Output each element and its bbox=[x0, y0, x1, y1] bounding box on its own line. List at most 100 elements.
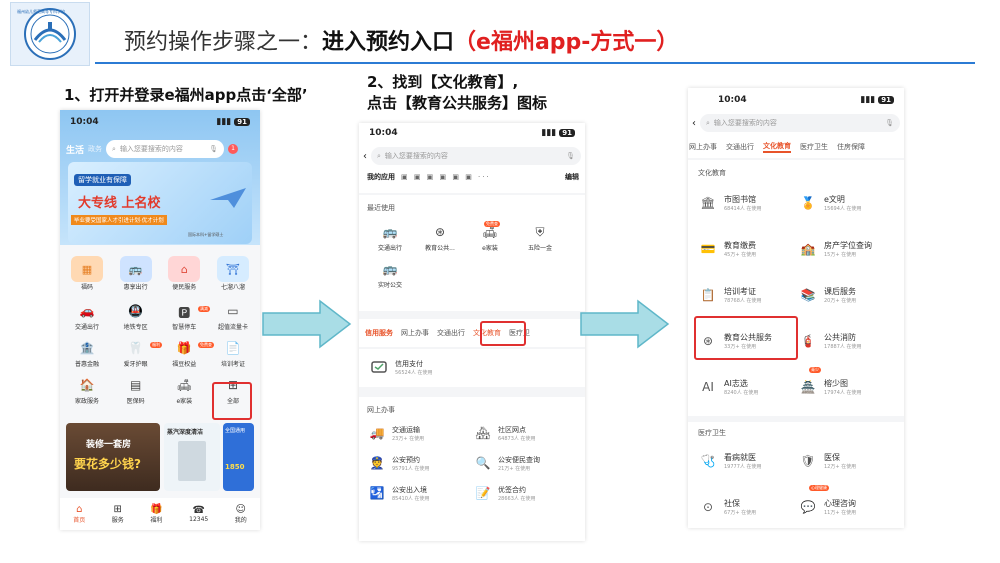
category-tab[interactable]: 文化教育 bbox=[763, 141, 791, 153]
grid-item[interactable]: 🏠 家政服务 bbox=[66, 378, 108, 405]
home-search-input[interactable]: ⌕ 输入您要搜索的内容 🎙 bbox=[106, 140, 225, 158]
category-tab[interactable]: 信用服务 bbox=[365, 328, 393, 338]
grid-item[interactable]: 📄 培训考证 bbox=[212, 341, 254, 368]
promo-national[interactable]: 全国通用 1850 bbox=[223, 423, 254, 491]
bottom-nav-item[interactable]: 🎁 福利 bbox=[150, 504, 162, 524]
culture-item[interactable]: 🏅 e文明 15694人 在使用 bbox=[798, 190, 898, 216]
recent-item[interactable]: 🚌 交通出行 bbox=[365, 225, 415, 252]
culture-item[interactable]: 🏫 房产学位查询 15万+ 在使用 bbox=[798, 236, 898, 262]
top-item-fuma[interactable]: ▦ 福码 bbox=[66, 256, 108, 291]
online-item[interactable]: 👮 公安预约 95791人 在使用 bbox=[367, 453, 473, 473]
category-tab[interactable]: 网上办事 bbox=[401, 328, 429, 338]
tab-life[interactable]: 生活 bbox=[66, 143, 84, 156]
certificate-icon: 📄 bbox=[225, 341, 241, 355]
status-bar: 10:04 ▮▮▮ 91 bbox=[359, 127, 585, 139]
bottom-nav-item[interactable]: ☎ 12345 bbox=[189, 505, 208, 523]
category-tab[interactable]: 交通出行 bbox=[726, 142, 754, 152]
community-icon: 🏘 bbox=[475, 426, 491, 440]
online-item[interactable]: 🚚 交通运输 23万+ 在使用 bbox=[367, 423, 473, 443]
online-item[interactable]: 📝 优签合约 28663人 在使用 bbox=[473, 483, 579, 503]
culture-item-name: AI志选 bbox=[724, 379, 748, 388]
online-item[interactable]: 🔍 公安便民查询 21万+ 在使用 bbox=[473, 453, 579, 473]
doctor-icon: 🩺 bbox=[700, 454, 716, 468]
online-item-count: 85410人 在使用 bbox=[392, 495, 430, 502]
medical-item-name: 医保 bbox=[824, 453, 840, 462]
culture-item[interactable]: AI AI志选 8240人 在使用 bbox=[698, 374, 798, 400]
culture-item-count: 45万+ 在使用 bbox=[724, 252, 757, 258]
grid-item[interactable]: 🚇 地铁专区 bbox=[115, 304, 157, 331]
highlight-culture-tab bbox=[480, 321, 526, 346]
culture-item[interactable]: 📚 课后服务 20万+ 在使用 bbox=[798, 282, 898, 308]
tab-affairs[interactable]: 政务 bbox=[88, 144, 102, 154]
home-banner[interactable]: 留学就业有保障 大专线 上名校 毕业要受国家人才引进计划·优才计划 国际本科+留… bbox=[68, 162, 252, 244]
promo-cleaning[interactable]: 蒸汽深度清洁 bbox=[164, 423, 220, 491]
category-tab[interactable]: 网上办事 bbox=[689, 142, 717, 152]
bottom-nav: ⌂ 首页 ⊞ 服务 🎁 福利 ☎ 12345 ☺ 我的 bbox=[60, 498, 260, 530]
medical-item-name: 看病就医 bbox=[724, 453, 756, 462]
culture-item[interactable]: 🏛 市图书馆 68414人 在使用 bbox=[698, 190, 798, 216]
grid-item[interactable]: 🏦 普惠金融 bbox=[66, 341, 108, 368]
culture-item-text: 房产学位查询 15万+ 在使用 bbox=[824, 240, 872, 258]
grid-item[interactable]: ▤ 医保码 bbox=[115, 378, 157, 405]
status-time: 10:04 bbox=[70, 117, 99, 127]
p2-search-input[interactable]: ⌕ 输入您要搜索的内容 🎙 bbox=[371, 147, 581, 165]
category-tab[interactable]: 住房保障 bbox=[837, 142, 865, 152]
medical-label: 医疗卫生 bbox=[698, 429, 726, 437]
credit-item[interactable]: 信用支付 56524人 在使用 bbox=[369, 357, 433, 377]
title-divider bbox=[95, 62, 975, 64]
signal-icon: ▮▮▮ bbox=[541, 128, 557, 138]
online-item-text: 公安出入境 85410人 在使用 bbox=[392, 485, 430, 502]
grid-item[interactable]: ▭ 超值流量卡 bbox=[212, 304, 254, 331]
grid-item[interactable]: 🚗 交通出行 bbox=[66, 304, 108, 331]
online-item[interactable]: 🏘 社区网点 64873人 在使用 bbox=[473, 423, 579, 443]
online-item-name: 优签合约 bbox=[498, 485, 526, 494]
back-icon[interactable]: ‹ bbox=[692, 118, 696, 129]
profile-icon: ☺ bbox=[235, 504, 246, 515]
recent-item[interactable]: ⊛ 教育公共... bbox=[415, 225, 465, 252]
category-tab[interactable]: 交通出行 bbox=[437, 328, 465, 338]
recent-item[interactable]: 🚌 实时公交 bbox=[365, 262, 415, 289]
step2-line1: 2、找到【文化教育】, bbox=[367, 73, 519, 91]
top-item-label: 惠享出行 bbox=[123, 284, 148, 291]
promo-renovation[interactable]: 装修一套房 要花多少钱? bbox=[66, 423, 160, 491]
edit-button[interactable]: 编辑 bbox=[565, 172, 579, 182]
medical-item[interactable]: ⊙ 社保 67万+ 在使用 bbox=[698, 494, 798, 520]
culture-item[interactable]: 💳 教育缴费 45万+ 在使用 bbox=[698, 236, 798, 262]
bottom-nav-item[interactable]: ☺ 我的 bbox=[235, 504, 247, 524]
ai-icon: AI bbox=[702, 380, 714, 394]
badge-youth: 青少 bbox=[809, 367, 821, 373]
medical-item[interactable]: 🛡 医保 12万+ 在使用 bbox=[798, 448, 898, 474]
medical-item[interactable]: 🩺 看病就医 19777人 在使用 bbox=[698, 448, 798, 474]
back-icon[interactable]: ‹ bbox=[363, 151, 367, 162]
grid-item-label: 普惠金融 bbox=[74, 361, 99, 368]
culture-item[interactable]: 🏯 榕少图 17974人 在使用 bbox=[798, 374, 898, 400]
bottom-nav-item[interactable]: ⊞ 服务 bbox=[112, 504, 124, 524]
status-bar: 10:04 ▮▮▮ 91 bbox=[708, 94, 904, 106]
grid-item[interactable]: 🛋 e家装 bbox=[163, 378, 205, 405]
p3-search-input[interactable]: ⌕ 输入您要搜索的内容 🎙 bbox=[700, 114, 900, 132]
recent-item[interactable]: 🛋 e家装 bbox=[465, 225, 515, 252]
promo-national-num: 1850 bbox=[225, 463, 245, 471]
my-apps-label: 我的应用 bbox=[367, 173, 395, 181]
category-tab[interactable]: 医疗卫生 bbox=[800, 142, 828, 152]
car-icon: 🚗 bbox=[79, 304, 95, 318]
signal-icon: ▮▮▮ bbox=[860, 95, 876, 105]
top-item-service[interactable]: ⌂ 便民服务 bbox=[163, 256, 205, 291]
top-item-travel[interactable]: 🚌 惠享出行 bbox=[115, 256, 157, 291]
notification-badge[interactable]: 1 bbox=[228, 144, 239, 154]
bottom-nav-item[interactable]: ⌂ 首页 bbox=[73, 504, 85, 524]
recent-item[interactable]: ⛨ 五险一金 bbox=[515, 225, 565, 252]
medical-item[interactable]: 💬 心理咨询 11万+ 在使用 bbox=[798, 494, 898, 520]
online-label: 网上办事 bbox=[367, 406, 395, 414]
online-item-count: 23万+ 在使用 bbox=[392, 435, 425, 442]
p2-category-tabs: 信用服务 网上办事 交通出行 文化教育 医疗卫 bbox=[359, 319, 585, 347]
online-item[interactable]: 🛂 公安出入境 85410人 在使用 bbox=[367, 483, 473, 503]
top-item-tour[interactable]: ⛩ 七溜八溜 bbox=[212, 256, 254, 291]
home-top-items: ▦ 福码 🚌 惠享出行 ⌂ 便民服务 ⛩ 七溜八溜 bbox=[66, 256, 254, 291]
culture-item[interactable]: 📋 培训考证 78768人 在使用 bbox=[698, 282, 798, 308]
culture-item[interactable]: 🧯 公共消防 17887人 在使用 bbox=[798, 328, 898, 354]
culture-item-name: 公共消防 bbox=[824, 333, 856, 342]
culture-item-text: 榕少图 17974人 在使用 bbox=[824, 378, 862, 396]
culture-item-name: 榕少图 bbox=[824, 379, 848, 388]
school-logo: 福州幼儿师范高等专科学校 bbox=[10, 2, 90, 66]
